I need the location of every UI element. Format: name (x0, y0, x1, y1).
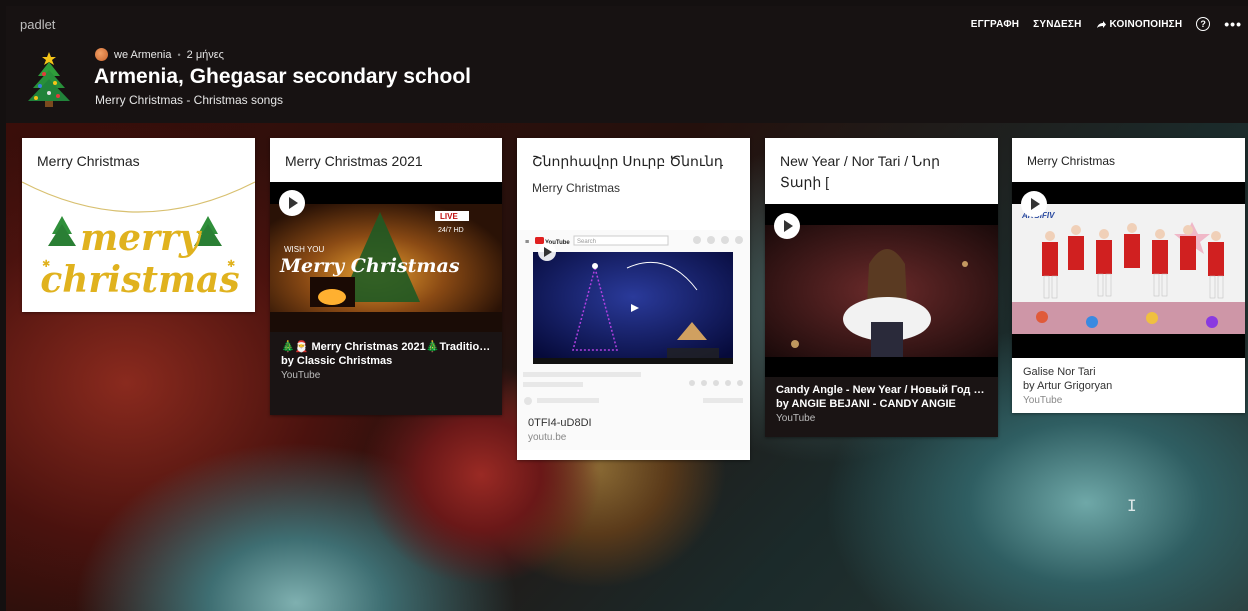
post-header: New Year / Nor Tari / Նոր Տարի [ (765, 138, 998, 204)
thumb-wish-text: WISH YOU (284, 245, 325, 254)
attachment-title: Galise Nor Tari (1023, 366, 1096, 378)
board-title: Armenia, Ghegasar secondary school (94, 65, 471, 88)
attachment-source: YouTube (281, 370, 321, 381)
attachment-info[interactable]: Candy Angle - New Year / Новый Год / ...… (765, 377, 998, 424)
time-ago: 2 μήνες (186, 48, 224, 61)
attachment-source: YouTube (1023, 395, 1063, 406)
author-avatar[interactable] (95, 48, 108, 61)
play-icon[interactable] (1021, 191, 1047, 217)
svg-text:≡: ≡ (525, 239, 529, 246)
text-cursor-icon: I (1127, 496, 1137, 515)
attachment-title: 0TFI4-uD8DI (528, 417, 592, 429)
attachment-author: by ANGIE BEJANI - CANDY ANGIE (776, 398, 956, 410)
signup-link[interactable]: ΕΓΓΡΑΦΗ (971, 19, 1019, 30)
play-icon[interactable] (279, 190, 305, 216)
singer-scene (765, 225, 998, 357)
attachment-source: YouTube (776, 413, 816, 424)
share-arrow-icon (1096, 20, 1106, 28)
post-title: Merry Christmas (37, 153, 140, 169)
thumb-merry-text: Merry Christmas (279, 255, 460, 277)
share-button[interactable]: ΚΟΙΝΟΠΟΙΗΣΗ (1096, 19, 1183, 30)
post-subtitle: Merry Christmas (532, 181, 621, 195)
youtube-search-placeholder: Search (577, 239, 596, 245)
board-subtitle: Merry Christmas - Christmas songs (95, 93, 284, 107)
share-label: ΚΟΙΝΟΠΟΙΗΣΗ (1109, 18, 1183, 30)
post-card-5[interactable]: Merry Christmas ARGIFIV (1012, 138, 1245, 413)
attachment-info[interactable]: Galise Nor Tari by Artur Grigoryan YouTu… (1012, 358, 1245, 406)
kids-choir-scene: ARGIFIV (1012, 204, 1245, 334)
live-badge: LIVE (440, 212, 458, 221)
post-card-1[interactable]: Merry Christmas ✱ ✱ merry christmas (22, 138, 255, 312)
login-link[interactable]: ΣΥΝΔΕΣΗ (1033, 19, 1081, 30)
board-canvas: Merry Christmas ✱ ✱ merry christmas Merr… (6, 123, 1248, 611)
post-card-2[interactable]: Merry Christmas 2021 LIVE 24/7 HD WISH Y… (270, 138, 502, 415)
attachment-title: 🎄🎅 Merry Christmas 2021🎄Tradition... (281, 341, 491, 353)
help-icon[interactable]: ? (1196, 17, 1211, 31)
banner-word-christmas: christmas (40, 259, 239, 301)
post-title: Merry Christmas (1027, 154, 1116, 168)
padlet-logo[interactable]: padlet (20, 17, 55, 32)
attachment-info[interactable]: 0TFI4-uD8DI youtu.be (528, 417, 592, 443)
attachment-author: by Classic Christmas (281, 355, 393, 367)
attachment-source: youtu.be (528, 432, 567, 443)
attachment-title: Candy Angle - New Year / Новый Год / ... (776, 384, 987, 396)
post-card-3[interactable]: Շնորհավոր Սուրբ Ծնունդ Merry Christmas ≡… (517, 138, 750, 460)
hd-badge: 24/7 HD (438, 227, 464, 234)
play-icon[interactable] (774, 213, 800, 239)
christmas-tree-icon (28, 52, 70, 107)
post-meta: we Armenia • 2 μήνες (95, 48, 224, 61)
board-header: padlet ΕΓΓΡΑΦΗ ΣΥΝΔΕΣΗ ΚΟΙΝΟΠΟΙΗΣΗ ? •••… (6, 6, 1248, 123)
merry-christmas-banner-image[interactable]: ✱ ✱ merry christmas (22, 172, 255, 312)
post-title: New Year / Nor Tari / Նոր Տարի [ (780, 153, 940, 190)
video-thumbnail[interactable] (765, 204, 998, 377)
post-header: Merry Christmas 2021 (270, 138, 502, 182)
video-thumbnail[interactable]: ARGIFIV (1012, 182, 1245, 358)
banner-word-merry: merry (80, 217, 202, 259)
post-title: Շնորհավոր Սուրբ Ծնունդ (532, 153, 724, 169)
post-title: Merry Christmas 2021 (285, 153, 423, 169)
author-name[interactable]: we Armenia (114, 49, 171, 61)
top-nav: ΕΓΓΡΑΦΗ ΣΥΝΔΕΣΗ ΚΟΙΝΟΠΟΙΗΣΗ ? ••• (971, 17, 1242, 31)
video-thumbnail[interactable]: LIVE 24/7 HD WISH YOU Merry Christmas (270, 182, 502, 332)
meta-separator: • (177, 49, 181, 60)
attachment-author: by Artur Grigoryan (1023, 380, 1113, 392)
more-options-icon[interactable]: ••• (1224, 17, 1242, 31)
post-card-4[interactable]: New Year / Nor Tari / Նոր Տարի [ Candy A… (765, 138, 998, 437)
attachment-info[interactable]: 🎄🎅 Merry Christmas 2021🎄Tradition... by … (270, 332, 502, 381)
